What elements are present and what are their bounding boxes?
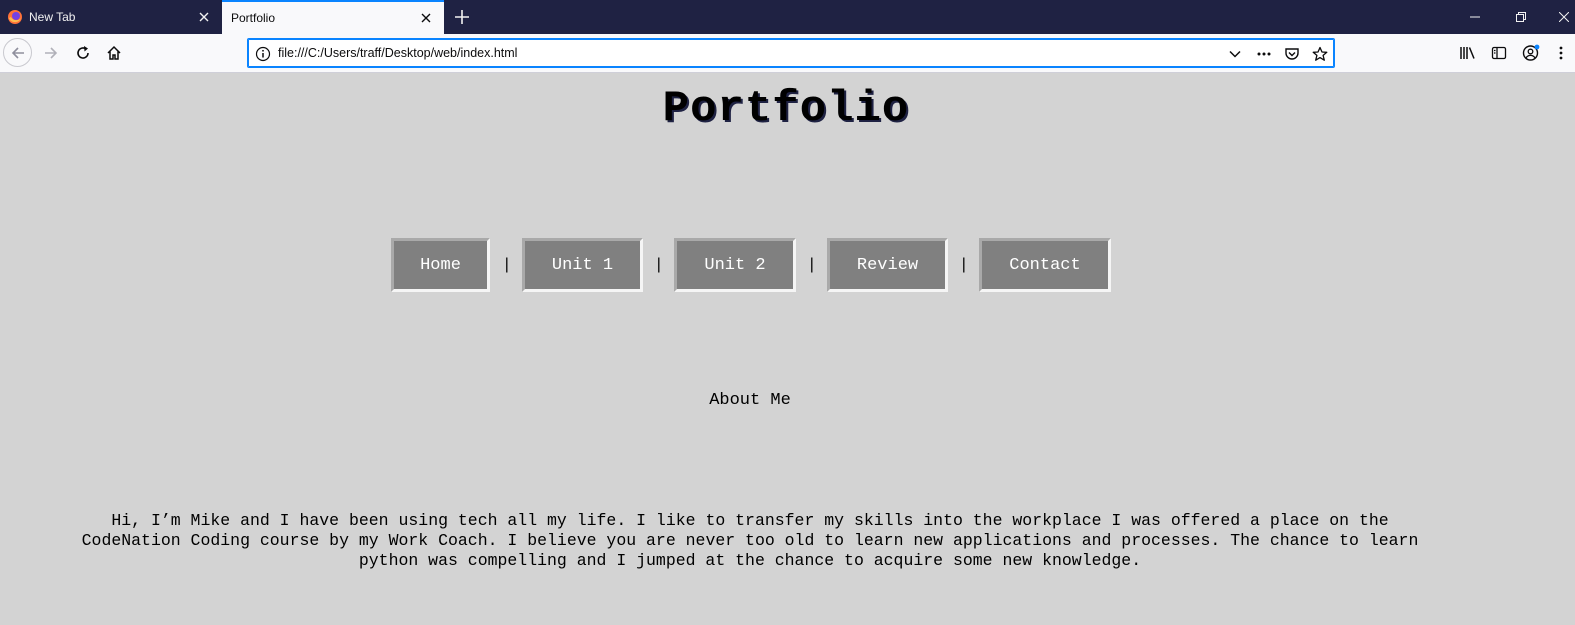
sidebar-icon[interactable] [1489, 43, 1509, 63]
library-icon[interactable] [1458, 43, 1478, 63]
back-button[interactable] [3, 38, 32, 67]
close-window-button[interactable] [1544, 0, 1575, 34]
nav-review-button[interactable]: Review [827, 238, 948, 292]
nav-contact-button[interactable]: Contact [979, 238, 1111, 292]
tab-strip: New Tab Portfolio [0, 0, 1575, 34]
nav-separator: | [959, 256, 969, 274]
site-nav: Home | Unit 1 | Unit 2 | Review | Contac… [0, 238, 1575, 294]
restore-icon [1516, 12, 1526, 22]
home-icon [107, 45, 121, 60]
page-content: Portfolio Home | Unit 1 | Unit 2 | Revie… [0, 73, 1575, 625]
restore-button[interactable] [1498, 0, 1544, 34]
minimize-button[interactable] [1452, 0, 1498, 34]
nav-unit-1-button[interactable]: Unit 1 [522, 238, 643, 292]
about-heading: About Me [709, 391, 791, 410]
pocket-icon[interactable] [1283, 45, 1301, 63]
tab-label: Portfolio [231, 11, 276, 25]
address-bar[interactable]: file:///C:/Users/traff/Desktop/web/index… [247, 38, 1335, 68]
home-button[interactable] [100, 39, 128, 67]
account-icon[interactable] [1521, 43, 1541, 63]
tab-portfolio[interactable]: Portfolio [222, 0, 444, 34]
plus-icon [455, 10, 469, 24]
close-tab-icon[interactable] [192, 5, 216, 29]
navigation-toolbar: file:///C:/Users/traff/Desktop/web/index… [0, 34, 1575, 73]
forward-button[interactable] [37, 39, 65, 67]
nav-separator: | [807, 256, 817, 274]
tab-new-tab[interactable]: New Tab [0, 0, 222, 34]
close-icon [1559, 12, 1569, 22]
close-tab-icon[interactable] [414, 6, 438, 30]
minimize-icon [1470, 16, 1480, 18]
reload-button[interactable] [69, 39, 97, 67]
tab-label: New Tab [29, 10, 76, 24]
star-icon[interactable] [1311, 45, 1329, 63]
more-actions-icon[interactable] [1255, 45, 1273, 63]
chevron-down-icon[interactable] [1226, 45, 1244, 63]
page-title: Portfolio [662, 84, 910, 134]
nav-home-button[interactable]: Home [391, 238, 490, 292]
url-text[interactable]: file:///C:/Users/traff/Desktop/web/index… [278, 46, 517, 60]
new-tab-button[interactable] [449, 4, 475, 30]
nav-unit-2-button[interactable]: Unit 2 [674, 238, 796, 292]
firefox-icon [7, 9, 23, 25]
arrow-right-icon [45, 47, 58, 59]
nav-separator: | [654, 256, 664, 274]
menu-icon[interactable] [1556, 43, 1568, 63]
arrow-left-icon [11, 46, 24, 59]
bio-paragraph: Hi, I’m Mike and I have been using tech … [81, 511, 1419, 570]
info-icon[interactable] [255, 46, 271, 62]
nav-separator: | [502, 256, 512, 274]
reload-icon [77, 46, 89, 59]
